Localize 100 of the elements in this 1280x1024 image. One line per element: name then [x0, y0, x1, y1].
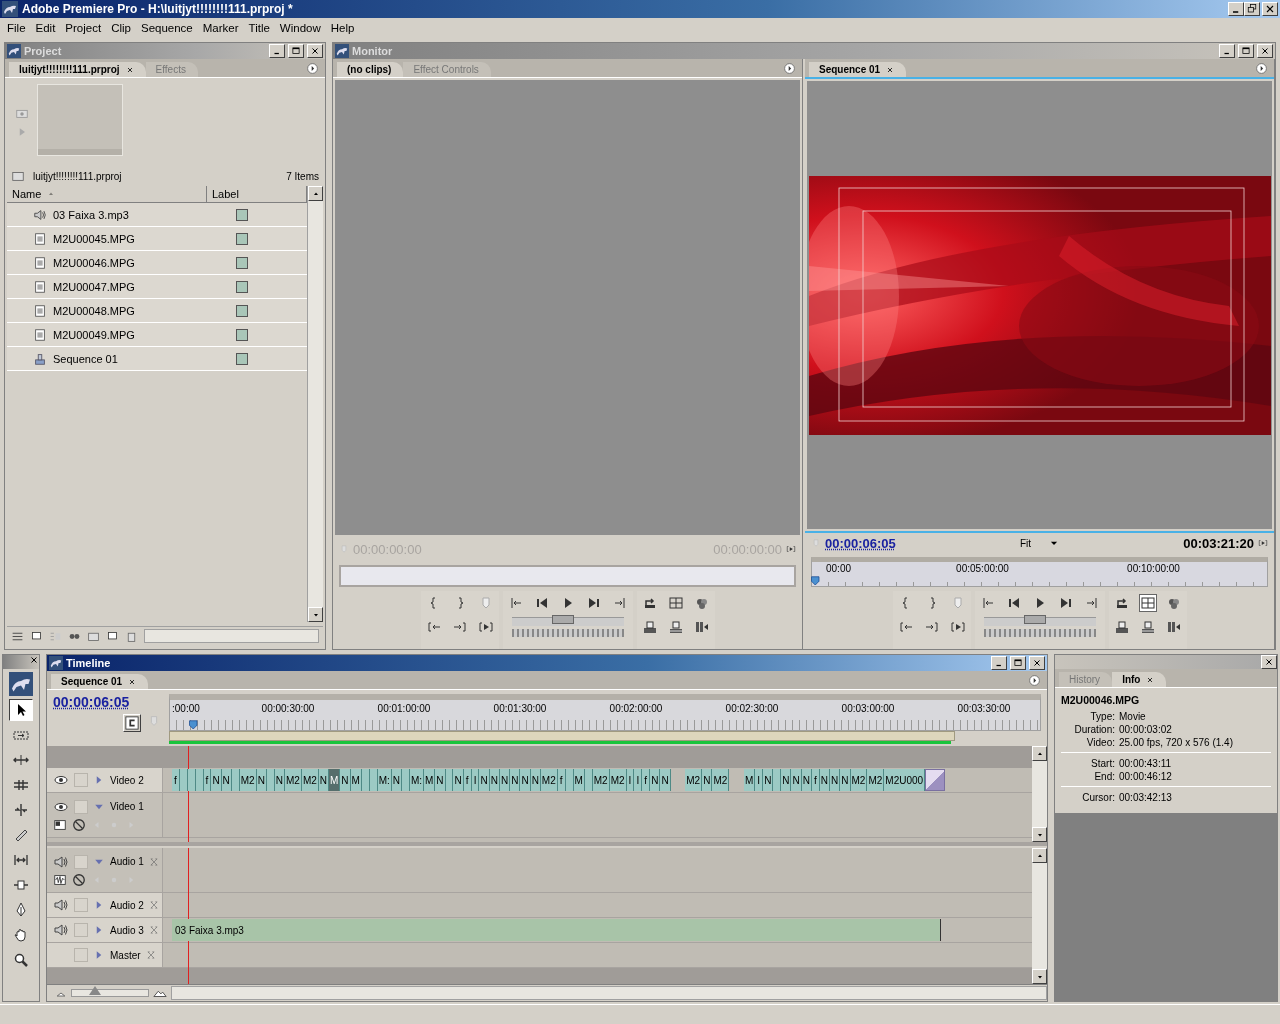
- video-clip[interactable]: N: [453, 769, 464, 791]
- video-clip[interactable]: [584, 769, 593, 791]
- lock-toggle[interactable]: [74, 854, 88, 869]
- video-clip[interactable]: f: [463, 769, 472, 791]
- video-clip[interactable]: N: [489, 769, 500, 791]
- video-clip[interactable]: f: [557, 769, 566, 791]
- bin-item[interactable]: M2U00049.MPG: [7, 323, 307, 347]
- time-ruler[interactable]: 00:00 00:05:00:00 00:10:00:00: [811, 557, 1268, 587]
- video-clip[interactable]: N: [221, 769, 232, 791]
- menu-item[interactable]: Sequence: [135, 22, 198, 34]
- video-clip[interactable]: N: [435, 769, 446, 791]
- video-clip[interactable]: M2: [685, 769, 703, 791]
- video-clip[interactable]: M: [350, 769, 362, 791]
- bin-item[interactable]: M2U00048.MPG: [7, 299, 307, 323]
- shuttle-slider[interactable]: [511, 617, 624, 626]
- video-clip[interactable]: N: [211, 769, 222, 791]
- video-clip[interactable]: N: [840, 769, 851, 791]
- bin-item[interactable]: Sequence 01: [7, 347, 307, 371]
- menu-item[interactable]: Title: [243, 22, 275, 34]
- video-clip[interactable]: N: [530, 769, 541, 791]
- time-track[interactable]: [339, 565, 796, 587]
- vertical-scrollbar[interactable]: [307, 186, 323, 622]
- tab-close-icon[interactable]: [125, 65, 134, 74]
- audio-clip[interactable]: 03 Faixa 3.mp3: [172, 919, 941, 941]
- tab-close-icon[interactable]: [1146, 675, 1155, 684]
- menu-item[interactable]: Project: [60, 22, 107, 34]
- shuttle-slider[interactable]: [983, 617, 1096, 626]
- video-clip[interactable]: N: [479, 769, 490, 791]
- video-clip[interactable]: I: [755, 769, 764, 791]
- horizontal-scrollbar[interactable]: [171, 986, 1047, 1000]
- video-clip[interactable]: I: [634, 769, 643, 791]
- video-clip[interactable]: N: [801, 769, 812, 791]
- no-entry-icon[interactable]: [72, 872, 86, 887]
- export-frame-icon[interactable]: [693, 619, 710, 635]
- tab-close-icon[interactable]: [128, 677, 137, 686]
- bracket-play-icon[interactable]: [477, 619, 494, 635]
- lift-icon[interactable]: [1113, 619, 1130, 635]
- panel-menu-icon[interactable]: [1255, 62, 1268, 75]
- video-clip[interactable]: [369, 769, 378, 791]
- waveform-icon[interactable]: [53, 872, 67, 887]
- lock-toggle[interactable]: [74, 923, 88, 937]
- panel-tab[interactable]: luitjyt!!!!!!!!111.prproj: [9, 62, 146, 77]
- panel-tab[interactable]: Info: [1112, 672, 1167, 687]
- video-clip[interactable]: [187, 769, 196, 791]
- horizontal-scrollbar[interactable]: [144, 629, 319, 643]
- lock-toggle[interactable]: [74, 773, 88, 787]
- bin-item[interactable]: M2U00047.MPG: [7, 275, 307, 299]
- menu-item[interactable]: Window: [274, 22, 326, 34]
- time-ruler[interactable]: :00:00 00:00:30:00 00:01:00:00 00:01:30:00 00:02:00:00 00:02:30:00 00:03:00:00 00:03:30:00: [169, 694, 1041, 731]
- no-entry-icon[interactable]: [72, 817, 86, 832]
- video-clip[interactable]: M: [329, 769, 341, 791]
- lock-toggle[interactable]: [74, 948, 88, 962]
- menu-item[interactable]: Edit: [30, 22, 61, 34]
- safe-margins-button[interactable]: [1138, 594, 1157, 612]
- speaker-icon[interactable]: [53, 897, 69, 913]
- video-clip[interactable]: [231, 769, 240, 791]
- playhead-icon[interactable]: [810, 576, 822, 588]
- overlay-icon[interactable]: [667, 619, 684, 635]
- panel-menu-icon[interactable]: [306, 62, 319, 75]
- bracket-arrow-right-icon[interactable]: [923, 619, 940, 635]
- video-clip[interactable]: M: [573, 769, 585, 791]
- bin-item[interactable]: M2U00046.MPG: [7, 251, 307, 275]
- lock-toggle[interactable]: [74, 799, 88, 814]
- menu-item[interactable]: File: [2, 22, 31, 34]
- panel-tab[interactable]: (no clips): [337, 62, 404, 77]
- speaker-icon[interactable]: [53, 922, 69, 938]
- video-clip[interactable]: N: [520, 769, 531, 791]
- marker-icon[interactable]: [811, 538, 821, 548]
- shuttle-thumb[interactable]: [1024, 615, 1046, 624]
- video-clip[interactable]: N: [660, 769, 671, 791]
- video-clip[interactable]: N: [791, 769, 802, 791]
- video-clip[interactable]: M2: [867, 769, 885, 791]
- speaker-icon[interactable]: [53, 853, 69, 870]
- video-clip[interactable]: M: [424, 769, 436, 791]
- panel-menu-icon[interactable]: [783, 62, 796, 75]
- new-item-icon[interactable]: [106, 629, 119, 643]
- zoom-slider-thumb[interactable]: [88, 986, 101, 995]
- panel-tab[interactable]: Sequence 01: [809, 62, 907, 77]
- video-clip[interactable]: M: [743, 769, 756, 791]
- lock-toggle[interactable]: [74, 898, 88, 912]
- zoom-slider[interactable]: [71, 989, 149, 997]
- video-clip[interactable]: [179, 769, 188, 791]
- video-clip[interactable]: f: [172, 769, 180, 791]
- bracket-arrow-left-icon[interactable]: [897, 619, 914, 635]
- bin-item[interactable]: M2U00045.MPG: [7, 227, 307, 251]
- menu-item[interactable]: Clip: [106, 22, 136, 34]
- video-clip[interactable]: M2: [712, 769, 730, 791]
- video-clip[interactable]: M2U000: [884, 769, 926, 791]
- menu-item[interactable]: Marker: [197, 22, 244, 34]
- trim-icon[interactable]: [1165, 619, 1182, 635]
- bracket-play-icon[interactable]: [949, 619, 966, 635]
- close-icon[interactable]: [29, 655, 39, 665]
- panel-tab[interactable]: Sequence 01: [51, 674, 149, 689]
- video-clip[interactable]: [266, 769, 275, 791]
- bracket-arrow-right-icon[interactable]: [451, 619, 468, 635]
- video-clip[interactable]: N: [256, 769, 267, 791]
- extract-icon[interactable]: [1139, 619, 1156, 635]
- transition-clip[interactable]: [925, 769, 946, 791]
- video-clip[interactable]: [402, 769, 410, 791]
- panel-menu-icon[interactable]: [1028, 674, 1041, 687]
